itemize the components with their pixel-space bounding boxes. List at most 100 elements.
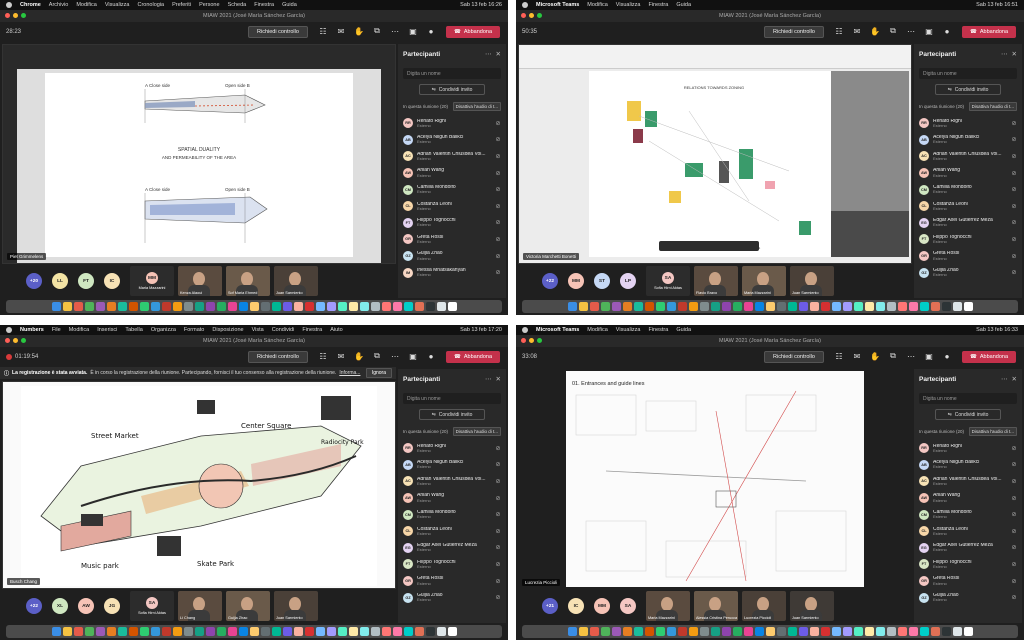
camera-icon[interactable]: ▣ — [924, 351, 934, 361]
chat-icon[interactable]: ✉ — [852, 351, 862, 361]
dock-app-icon[interactable] — [117, 627, 127, 636]
participant-row[interactable]: AW Anlan Wang Esterno ⊘ — [403, 165, 501, 182]
dock-app-icon[interactable] — [644, 627, 654, 636]
dock-app-icon[interactable] — [809, 302, 819, 311]
more-icon[interactable]: ⋯ — [1001, 50, 1008, 58]
dock-app-icon[interactable] — [886, 627, 896, 636]
participant-row[interactable]: AC Adrian Valentin Chiusdea Vol... Esterno… — [403, 473, 501, 490]
participant-row[interactable]: GZ Guijia Zhao Esterno ⊘ — [919, 264, 1017, 281]
dock-app-icon[interactable] — [908, 302, 918, 311]
dock-app-icon[interactable] — [853, 302, 863, 311]
dock-app-icon[interactable] — [271, 627, 281, 636]
raise-hand-icon[interactable]: ✋ — [354, 26, 364, 36]
close-icon[interactable]: ✕ — [496, 50, 501, 58]
dock-app-icon[interactable] — [666, 302, 676, 311]
dock-app-icon[interactable] — [776, 302, 786, 311]
menu-item[interactable]: Tabella — [125, 327, 142, 333]
menu-item[interactable]: Guida — [282, 2, 297, 8]
participants-icon[interactable]: ☷ — [318, 351, 328, 361]
participant-row[interactable]: AB Acelya Nilgun Balikci Esterno ⊘ — [403, 132, 501, 149]
participant-row[interactable]: FT Filippo Tognocchi Esterno ⊘ — [403, 556, 501, 573]
dock-app-icon[interactable] — [425, 302, 435, 311]
dock-app-icon[interactable] — [864, 302, 874, 311]
more-participants-badge[interactable]: +21 — [542, 598, 558, 614]
dock-app-icon[interactable] — [128, 627, 138, 636]
menu-item[interactable]: Archivio — [49, 2, 69, 8]
minimize-window-icon[interactable] — [529, 13, 534, 18]
chat-icon[interactable]: ✉ — [336, 351, 346, 361]
mute-all-button[interactable]: Disattiva l'audio di t... — [968, 102, 1017, 111]
menu-item[interactable]: Finestra — [302, 327, 322, 333]
more-participants-badge[interactable]: +20 — [26, 273, 42, 289]
participant-row[interactable]: AC Adrian Valentin Chiusdea Vol... Esterno… — [403, 148, 501, 165]
dock-app-icon[interactable] — [798, 302, 808, 311]
menu-item[interactable]: Preferiti — [172, 2, 191, 8]
dock-app-icon[interactable] — [117, 302, 127, 311]
menu-item[interactable]: Finestra — [254, 2, 274, 8]
dock-app-icon[interactable] — [183, 627, 193, 636]
raise-hand-icon[interactable]: ✋ — [870, 26, 880, 36]
menu-item[interactable]: Cronologia — [138, 2, 165, 8]
dock-app-icon[interactable] — [282, 302, 292, 311]
banner-link[interactable]: Informa... — [339, 370, 360, 376]
dock-app-icon[interactable] — [238, 302, 248, 311]
dock-app-icon[interactable] — [930, 627, 940, 636]
camera-icon[interactable]: ▣ — [924, 26, 934, 36]
dock-app-icon[interactable] — [930, 302, 940, 311]
dock-app-icon[interactable] — [578, 302, 588, 311]
dock-app-icon[interactable] — [392, 302, 402, 311]
dock-app-icon[interactable] — [941, 627, 951, 636]
participant-row[interactable]: FT Filippo Tognocchi Esterno ⊘ — [919, 556, 1017, 573]
dock-app-icon[interactable] — [447, 302, 457, 311]
share-invite-button[interactable]: ⇋ Condividi invito — [419, 84, 485, 95]
dock-app-icon[interactable] — [249, 627, 259, 636]
dock-app-icon[interactable] — [743, 302, 753, 311]
request-control-button[interactable]: Richiedi controllo — [248, 351, 308, 363]
dock-app-icon[interactable] — [688, 302, 698, 311]
menu-item[interactable]: Finestra — [648, 327, 668, 333]
apple-icon[interactable] — [522, 327, 528, 333]
mute-all-button[interactable]: Disattiva l'audio di t... — [968, 427, 1017, 436]
maximize-window-icon[interactable] — [537, 13, 542, 18]
pdf-zoom-bar[interactable] — [659, 241, 759, 251]
chat-icon[interactable]: ✉ — [336, 26, 346, 36]
dock-app-icon[interactable] — [414, 627, 424, 636]
share-screen-icon[interactable]: ⧉ — [372, 26, 382, 36]
menu-item[interactable]: Scheda — [228, 2, 247, 8]
dock-app-icon[interactable] — [589, 627, 599, 636]
close-icon[interactable]: ✕ — [1012, 375, 1017, 383]
apple-icon[interactable] — [6, 327, 12, 333]
dock-app-icon[interactable] — [282, 627, 292, 636]
menu-item[interactable]: Finestra — [648, 2, 668, 8]
dock-app-icon[interactable] — [567, 627, 577, 636]
dock-app-icon[interactable] — [897, 627, 907, 636]
dock-app-icon[interactable] — [150, 627, 160, 636]
more-options-icon[interactable]: ⋯ — [906, 351, 916, 361]
participant-row[interactable]: EG Edgar Axel Gutierrez Meza Esterno ⊘ — [919, 215, 1017, 232]
dock-app-icon[interactable] — [304, 627, 314, 636]
dock-app-icon[interactable] — [62, 302, 72, 311]
close-window-icon[interactable] — [5, 338, 10, 343]
dock-app-icon[interactable] — [194, 627, 204, 636]
dock-app-icon[interactable] — [897, 302, 907, 311]
menu-item[interactable]: Persone — [199, 2, 220, 8]
participant-row[interactable]: RR Renato Righi Esterno ⊘ — [919, 440, 1017, 457]
menu-item[interactable]: Inserisci — [97, 327, 117, 333]
share-invite-button[interactable]: ⇋ Condividi invito — [419, 409, 485, 420]
dock-app-icon[interactable] — [304, 302, 314, 311]
dock-app-icon[interactable] — [447, 627, 457, 636]
close-window-icon[interactable] — [521, 13, 526, 18]
dock-app-icon[interactable] — [337, 302, 347, 311]
participant-row[interactable]: AB Acelya Nilgun Balikci Esterno ⊘ — [919, 457, 1017, 474]
dock-app-icon[interactable] — [205, 627, 215, 636]
minimize-window-icon[interactable] — [13, 338, 18, 343]
dock-app-icon[interactable] — [337, 627, 347, 636]
dock-app-icon[interactable] — [370, 627, 380, 636]
menu-item[interactable]: Modifica — [587, 2, 607, 8]
participant-row[interactable]: GZ Guijia Zhao Esterno ⊘ — [403, 248, 501, 265]
dock-app-icon[interactable] — [293, 627, 303, 636]
app-name[interactable]: Numbers — [20, 327, 44, 333]
participant-row[interactable]: RR Renato Righi Esterno ⊘ — [403, 440, 501, 457]
dock-app-icon[interactable] — [677, 302, 687, 311]
dock-app-icon[interactable] — [787, 302, 797, 311]
